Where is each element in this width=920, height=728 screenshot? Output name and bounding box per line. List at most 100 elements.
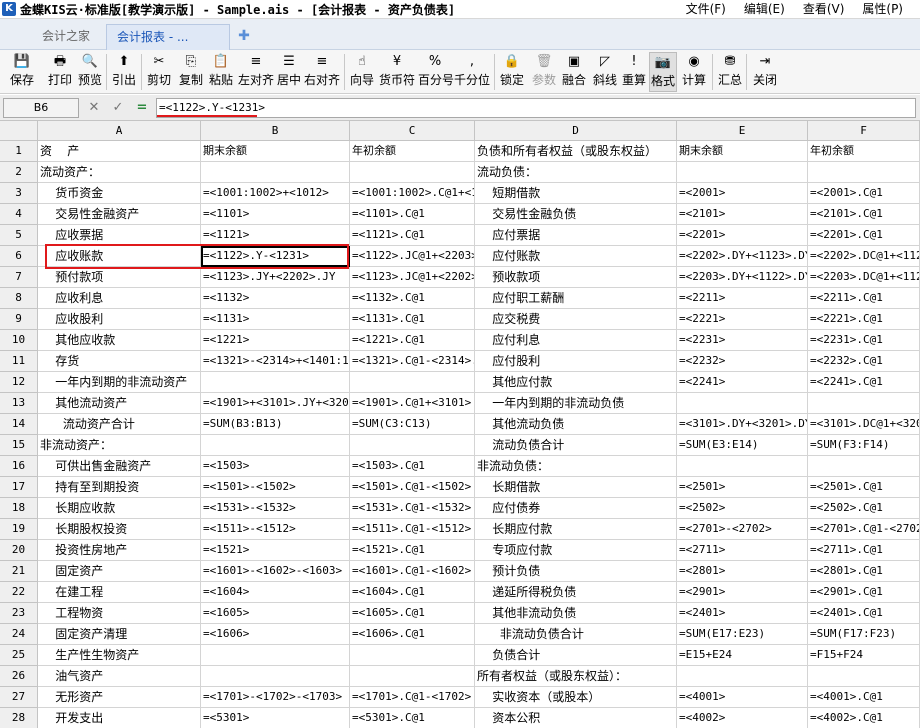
cell-b8[interactable]: =<1132> bbox=[201, 288, 350, 309]
cell-e9[interactable]: =<2221> bbox=[677, 309, 808, 330]
cut-button[interactable]: ✂ 剪切 bbox=[145, 52, 173, 92]
cell-d10[interactable]: 应付利息 bbox=[475, 330, 677, 351]
cell-f24[interactable]: =SUM(F17:F23) bbox=[808, 624, 920, 645]
cell-b9[interactable]: =<1131> bbox=[201, 309, 350, 330]
row-header[interactable]: 12 bbox=[0, 372, 38, 393]
cell-a5[interactable]: 应收票据 bbox=[38, 225, 201, 246]
cell-e28[interactable]: =<4002> bbox=[677, 708, 808, 728]
cell-a19[interactable]: 长期股权投资 bbox=[38, 519, 201, 540]
cell-e4[interactable]: =<2101> bbox=[677, 204, 808, 225]
thousands-button[interactable]: , 千分位 bbox=[452, 52, 492, 92]
copy-button[interactable]: ⎘ 复制 bbox=[177, 52, 205, 92]
cell-f17[interactable]: =<2501>.C@1 bbox=[808, 477, 920, 498]
cell-b26[interactable] bbox=[201, 666, 350, 687]
summary-button[interactable]: ⛃ 汇总 bbox=[716, 52, 744, 92]
align-right-button[interactable]: ≡ 右对齐 bbox=[304, 52, 340, 92]
row-header[interactable]: 4 bbox=[0, 204, 38, 225]
cell-f14[interactable]: =<3101>.DC@1+<3201> bbox=[808, 414, 920, 435]
row-header[interactable]: 6 bbox=[0, 246, 38, 267]
cell-c5[interactable]: =<1121>.C@1 bbox=[350, 225, 475, 246]
cell-d1[interactable]: 负债和所有者权益（或股东权益） bbox=[475, 141, 677, 162]
row-header[interactable]: 22 bbox=[0, 582, 38, 603]
cell-c10[interactable]: =<1221>.C@1 bbox=[350, 330, 475, 351]
cell-c14[interactable]: =SUM(C3:C13) bbox=[350, 414, 475, 435]
cell-a11[interactable]: 存货 bbox=[38, 351, 201, 372]
cell-d22[interactable]: 递延所得税负债 bbox=[475, 582, 677, 603]
cell-d8[interactable]: 应付职工薪酬 bbox=[475, 288, 677, 309]
row-header[interactable]: 3 bbox=[0, 183, 38, 204]
column-header-c[interactable]: C bbox=[350, 121, 475, 141]
export-button[interactable]: ⬆ 引出 bbox=[110, 52, 138, 92]
cell-e7[interactable]: =<2203>.DY+<1122>.DY bbox=[677, 267, 808, 288]
cell-f19[interactable]: =<2701>.C@1-<2702> bbox=[808, 519, 920, 540]
cell-d15[interactable]: 流动负债合计 bbox=[475, 435, 677, 456]
cell-c19[interactable]: =<1511>.C@1-<1512> bbox=[350, 519, 475, 540]
cell-a12[interactable]: 一年内到期的非流动资产 bbox=[38, 372, 201, 393]
new-tab-icon[interactable]: ✚ bbox=[232, 24, 256, 50]
row-header[interactable]: 8 bbox=[0, 288, 38, 309]
row-header[interactable]: 7 bbox=[0, 267, 38, 288]
cell-c8[interactable]: =<1132>.C@1 bbox=[350, 288, 475, 309]
cell-c12[interactable] bbox=[350, 372, 475, 393]
cell-a16[interactable]: 可供出售金融资产 bbox=[38, 456, 201, 477]
tab-accounting-home[interactable]: 会计之家 bbox=[32, 24, 102, 50]
lock-button[interactable]: 🔒 锁定 bbox=[498, 52, 526, 92]
cell-a27[interactable]: 无形资产 bbox=[38, 687, 201, 708]
cell-f16[interactable] bbox=[808, 456, 920, 477]
row-header[interactable]: 24 bbox=[0, 624, 38, 645]
diagonal-button[interactable]: ◸ 斜线 bbox=[591, 52, 619, 92]
menu-properties[interactable]: 属性(P) bbox=[853, 0, 912, 19]
cell-d4[interactable]: 交易性金融负债 bbox=[475, 204, 677, 225]
cell-b25[interactable] bbox=[201, 645, 350, 666]
cell-a13[interactable]: 其他流动资产 bbox=[38, 393, 201, 414]
cell-d27[interactable]: 实收资本（或股本） bbox=[475, 687, 677, 708]
align-left-button[interactable]: ≡ 左对齐 bbox=[237, 52, 275, 92]
cell-e15[interactable]: =SUM(E3:E14) bbox=[677, 435, 808, 456]
cell-b5[interactable]: =<1121> bbox=[201, 225, 350, 246]
row-header[interactable]: 1 bbox=[0, 141, 38, 162]
equals-icon[interactable]: = bbox=[132, 98, 152, 118]
row-header[interactable]: 27 bbox=[0, 687, 38, 708]
cell-e19[interactable]: =<2701>-<2702> bbox=[677, 519, 808, 540]
cell-c13[interactable]: =<1901>.C@1+<3101> bbox=[350, 393, 475, 414]
cell-b22[interactable]: =<1604> bbox=[201, 582, 350, 603]
grid-corner[interactable] bbox=[0, 121, 38, 141]
cell-d7[interactable]: 预收款项 bbox=[475, 267, 677, 288]
cell-b16[interactable]: =<1503> bbox=[201, 456, 350, 477]
cell-a23[interactable]: 工程物资 bbox=[38, 603, 201, 624]
row-header[interactable]: 21 bbox=[0, 561, 38, 582]
cell-c2[interactable] bbox=[350, 162, 475, 183]
cell-c4[interactable]: =<1101>.C@1 bbox=[350, 204, 475, 225]
cell-c16[interactable]: =<1503>.C@1 bbox=[350, 456, 475, 477]
cell-c18[interactable]: =<1531>.C@1-<1532> bbox=[350, 498, 475, 519]
cell-d17[interactable]: 长期借款 bbox=[475, 477, 677, 498]
cell-e12[interactable]: =<2241> bbox=[677, 372, 808, 393]
cell-e27[interactable]: =<4001> bbox=[677, 687, 808, 708]
cell-c3[interactable]: =<1001:1002>.C@1+<1012> bbox=[350, 183, 475, 204]
cell-c7[interactable]: =<1123>.JC@1+<2202> bbox=[350, 267, 475, 288]
cell-f2[interactable] bbox=[808, 162, 920, 183]
cell-e25[interactable]: =E15+E24 bbox=[677, 645, 808, 666]
cell-c21[interactable]: =<1601>.C@1-<1602> bbox=[350, 561, 475, 582]
row-header[interactable]: 19 bbox=[0, 519, 38, 540]
cell-c25[interactable] bbox=[350, 645, 475, 666]
cell-d9[interactable]: 应交税费 bbox=[475, 309, 677, 330]
cell-a24[interactable]: 固定资产清理 bbox=[38, 624, 201, 645]
cell-b2[interactable] bbox=[201, 162, 350, 183]
row-header[interactable]: 16 bbox=[0, 456, 38, 477]
row-header[interactable]: 9 bbox=[0, 309, 38, 330]
cell-d18[interactable]: 应付债券 bbox=[475, 498, 677, 519]
cell-a4[interactable]: 交易性金融资产 bbox=[38, 204, 201, 225]
cell-c28[interactable]: =<5301>.C@1 bbox=[350, 708, 475, 728]
cell-f9[interactable]: =<2221>.C@1 bbox=[808, 309, 920, 330]
cell-f18[interactable]: =<2502>.C@1 bbox=[808, 498, 920, 519]
cell-a7[interactable]: 预付款项 bbox=[38, 267, 201, 288]
confirm-icon[interactable]: ✓ bbox=[108, 98, 128, 118]
cell-c6[interactable]: =<1122>.JC@1+<2203> bbox=[350, 246, 475, 267]
cell-e17[interactable]: =<2501> bbox=[677, 477, 808, 498]
cell-f26[interactable] bbox=[808, 666, 920, 687]
recalc-button[interactable]: ! 重算 bbox=[620, 52, 648, 92]
row-header[interactable]: 5 bbox=[0, 225, 38, 246]
cell-f1[interactable]: 年初余额 bbox=[808, 141, 920, 162]
cell-a10[interactable]: 其他应收款 bbox=[38, 330, 201, 351]
